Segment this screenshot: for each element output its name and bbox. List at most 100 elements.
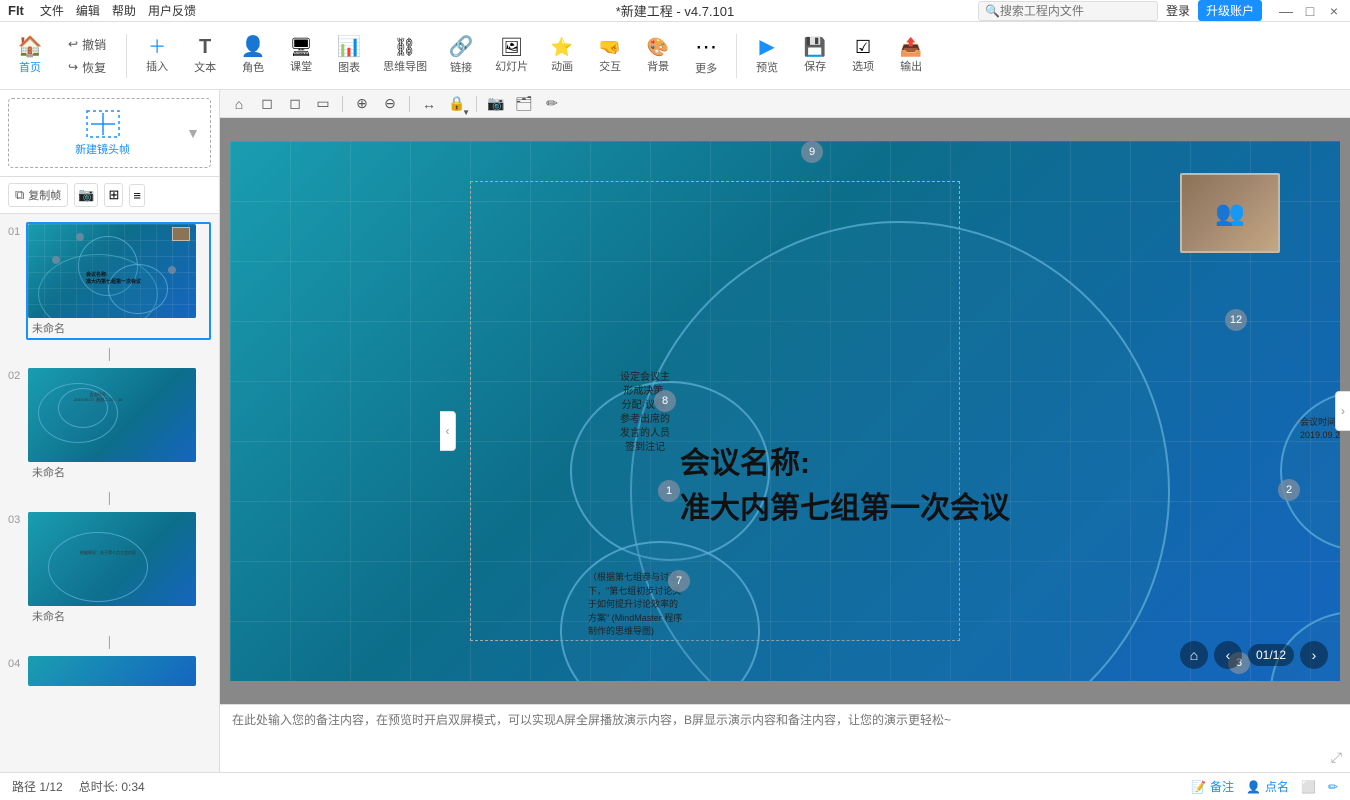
toolbar-select[interactable]: ☑ 选项: [841, 34, 885, 78]
undo-label: 撤销: [82, 36, 106, 53]
toolbar-more[interactable]: ⋯ 更多: [684, 32, 728, 80]
sidebar-expand-arrow[interactable]: ▼: [186, 125, 200, 141]
slide-home-btn[interactable]: ⌂: [1180, 641, 1208, 669]
canvas-shape2-btn[interactable]: ◻: [284, 93, 306, 115]
toolbar: 🏠 首页 ↩ 撤销 ↪ 恢复 ＋ 插入 T 文本 👤 角色 🖥 课堂 📊 图表 …: [0, 22, 1350, 90]
link-icon: 🔗: [449, 37, 474, 57]
text-node-7: （根据第七组参与讨论 下，"第七组初步讨论关 于如何提升讨论效率的 方案" (M…: [588, 571, 718, 639]
insert-icon: ＋: [148, 38, 166, 56]
menu-help[interactable]: 帮助: [112, 2, 136, 19]
search-icon: 🔍: [985, 4, 1000, 18]
canvas-photo-btn[interactable]: 📷: [485, 93, 507, 115]
slide-page-indicator: 01/12: [1248, 644, 1294, 666]
minimize-button[interactable]: —: [1278, 3, 1294, 19]
maximize-button[interactable]: □: [1302, 3, 1318, 19]
canvas-zoom-out-btn[interactable]: ⊖: [379, 93, 401, 115]
canvas-shape1-btn[interactable]: ◻: [256, 93, 278, 115]
menu-edit[interactable]: 编辑: [76, 2, 100, 19]
toolbar-save[interactable]: 💾 保存: [793, 34, 837, 78]
toolbar-animation[interactable]: ⭐ 动画: [540, 34, 584, 78]
notes-area: ⤢: [220, 704, 1350, 772]
sidebar-collapse-button[interactable]: ‹: [440, 411, 456, 451]
more-options-button[interactable]: ≡: [129, 184, 145, 207]
canvas-image-btn[interactable]: 🗂: [513, 93, 535, 115]
toolbar-classroom[interactable]: 🖥 课堂: [279, 34, 323, 78]
search-box[interactable]: 🔍: [978, 1, 1158, 21]
new-frame-button[interactable]: 新建镜头帧 ▼: [8, 98, 211, 168]
fit-icon: ⊞: [108, 187, 119, 202]
toolbar-slide[interactable]: 🖼 幻灯片: [487, 34, 536, 78]
notes-button[interactable]: 📝 备注: [1191, 778, 1234, 795]
canvas-home-btn[interactable]: ⌂: [228, 93, 250, 115]
canvas-toolbar: ⌂ ◻ ◻ ▭ ⊕ ⊖ ↔ 🔒 ▼ 📷 🗂 ✏: [220, 90, 1350, 118]
toolbar-chart[interactable]: 📊 图表: [327, 33, 371, 79]
slide-item-04[interactable]: 04: [0, 650, 219, 692]
export-label: 输出: [900, 58, 922, 74]
notes-input[interactable]: [232, 711, 1338, 766]
text-node-2: 会议时间: 2019.09.27, 星期二 22：30: [1300, 416, 1340, 441]
status-icon-1[interactable]: ⬜: [1301, 780, 1316, 794]
copy-frame-icon: ⧉: [15, 187, 24, 203]
classroom-icon: 🖥: [290, 38, 313, 56]
toolbar-text[interactable]: T 文本: [183, 33, 227, 79]
slide-canvas: 设定会议主 形成决策· 分配·议程· 参考出席的 发言的人员 签到注记 （根据第…: [230, 141, 1340, 681]
sidebar: 新建镜头帧 ▼ ⧉ 复制帧 📷 ⊞ ≡: [0, 90, 220, 772]
points-button[interactable]: 👤 点名: [1246, 778, 1289, 795]
canvas-zoom-in-btn[interactable]: ⊕: [351, 93, 373, 115]
slide-item-03[interactable]: 03 依据情况：关于第七点大会内容 未命名: [0, 506, 219, 632]
canvas-align-btn[interactable]: ↔: [418, 93, 440, 115]
toolbar-undo[interactable]: ↩ 撤销: [62, 34, 112, 55]
export-icon: 📤: [900, 38, 922, 56]
upgrade-button[interactable]: 升级账户: [1198, 0, 1262, 21]
toolbar-link[interactable]: 🔗 链接: [439, 33, 483, 79]
interact-label: 交互: [599, 58, 621, 74]
redo-icon: ↪: [68, 60, 78, 74]
slide-item-02[interactable]: 02 会议时间:2019.09.27, 星期二 22：30 未命名: [0, 362, 219, 488]
slide-label-03: 未命名: [28, 606, 209, 626]
copy-frame-button[interactable]: ⧉ 复制帧: [8, 183, 68, 207]
slide-thumb-02[interactable]: 会议时间:2019.09.27, 星期二 22：30 未命名: [26, 366, 211, 484]
menu-feedback[interactable]: 用户反馈: [148, 2, 196, 19]
bg-label: 背景: [647, 58, 669, 74]
text-label: 文本: [194, 59, 216, 75]
slide-thumb-04[interactable]: [26, 654, 211, 688]
slide-prev-btn[interactable]: ‹: [1214, 641, 1242, 669]
slide-number-01: 01: [8, 222, 26, 238]
toolbar-bg[interactable]: 🎨 背景: [636, 34, 680, 78]
toolbar-preview[interactable]: ▶ 预览: [745, 33, 789, 79]
toolbar-home[interactable]: 🏠 首页: [8, 33, 52, 79]
slide-nav-overlay: ⌂ ‹ 01/12 ›: [1180, 641, 1328, 669]
canvas-main[interactable]: 设定会议主 形成决策· 分配·议程· 参考出席的 发言的人员 签到注记 （根据第…: [220, 118, 1350, 704]
search-input[interactable]: [1000, 4, 1140, 18]
screenshot-button[interactable]: 📷: [74, 183, 98, 207]
toolbar-mindmap[interactable]: ⛓ 思维导图: [375, 34, 435, 78]
toolbar-role[interactable]: 👤 角色: [231, 33, 275, 79]
slide-thumb-03[interactable]: 依据情况：关于第七点大会内容 未命名: [26, 510, 211, 628]
connector-03-04: |: [0, 632, 219, 650]
canvas-shape3-btn[interactable]: ▭: [312, 93, 334, 115]
status-icon-2[interactable]: ✏: [1328, 780, 1338, 794]
points-status-label: 点名: [1265, 778, 1289, 795]
canvas-edit-btn[interactable]: ✏: [541, 93, 563, 115]
menu-file[interactable]: 文件: [40, 2, 64, 19]
close-button[interactable]: ×: [1326, 3, 1342, 19]
new-frame-icon: [83, 109, 123, 139]
toolbar-redo[interactable]: ↪ 恢复: [62, 57, 112, 78]
slide-number-04: 04: [8, 654, 26, 670]
status-page-info: 路径 1/12: [12, 778, 63, 795]
slide-item-01[interactable]: 01 会议名称:准大内第七组第一次会议: [0, 218, 219, 344]
toolbar-interact[interactable]: 🤜 交互: [588, 34, 632, 78]
toolbar-insert[interactable]: ＋ 插入: [135, 34, 179, 78]
login-button[interactable]: 登录: [1166, 2, 1190, 19]
notes-expand-btn[interactable]: ⤢: [1331, 749, 1342, 766]
insert-label: 插入: [146, 58, 168, 74]
slide-thumb-01[interactable]: 会议名称:准大内第七组第一次会议 未命名: [26, 222, 211, 340]
fit-button[interactable]: ⊞: [104, 183, 123, 207]
more-label: 更多: [695, 60, 717, 76]
canvas-lock-btn[interactable]: 🔒 ▼: [446, 93, 468, 115]
slide-next-btn[interactable]: ›: [1300, 641, 1328, 669]
canvas-toolbar-sep-2: [409, 96, 410, 112]
app-logo: FIt: [8, 3, 24, 18]
right-panel-collapse[interactable]: ›: [1335, 391, 1350, 431]
toolbar-export[interactable]: 📤 输出: [889, 34, 933, 78]
